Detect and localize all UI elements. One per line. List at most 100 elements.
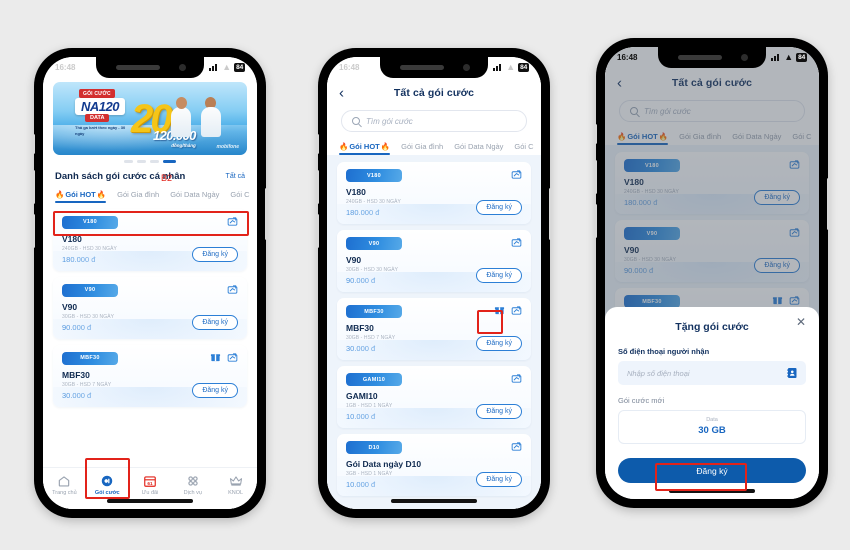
share-icon[interactable] [227, 352, 238, 363]
register-button[interactable]: Đăng ký [476, 404, 522, 419]
contact-book-icon[interactable] [786, 367, 798, 379]
back-button[interactable]: ‹ [339, 86, 344, 101]
carousel-dots[interactable] [43, 155, 257, 166]
status-time: 16:48 [617, 53, 638, 62]
plan-chip: V90 [346, 237, 402, 250]
register-button[interactable]: Đăng ký [476, 472, 522, 487]
register-button[interactable]: Đăng ký [476, 336, 522, 351]
power-button[interactable] [549, 188, 552, 240]
plan-name: GAMI10 [346, 391, 378, 401]
mute-switch[interactable] [32, 134, 35, 154]
plan-name: V90 [346, 255, 362, 265]
plan-card[interactable]: MBF30 MBF30 30GB - HSD 7 NGÀY 30.000 đ Đ… [53, 344, 247, 407]
register-button[interactable]: Đăng ký [476, 200, 522, 215]
share-icon[interactable] [227, 216, 238, 227]
modal-submit-button[interactable]: Đăng ký [618, 458, 806, 483]
share-icon[interactable] [511, 373, 522, 384]
notch [96, 57, 204, 78]
mute-switch[interactable] [594, 124, 597, 144]
plan-card[interactable]: V90 V90 30GB - HSD 30 NGÀY 90.000 đ Đăng… [53, 276, 247, 339]
search-icon [352, 117, 360, 125]
nav-label: Ưu đãi [141, 490, 159, 496]
plan-list-1[interactable]: V180 V180 240GB - HSD 30 NGÀY 180.000 đ … [43, 202, 257, 467]
nav-item-knol[interactable]: KNOL [214, 473, 257, 496]
volume-down-button[interactable] [32, 214, 35, 248]
recipient-phone-field[interactable]: Nhập số điện thoại [618, 361, 806, 385]
see-all-link[interactable]: Tất cả [226, 173, 245, 180]
tab-goi-data-ngay[interactable]: Gói Data Ngày [454, 142, 503, 155]
banner-person-2 [205, 97, 216, 109]
modal-header: Tặng gói cước ✕ [618, 316, 806, 335]
tab-goi-c[interactable]: Gói C [514, 142, 533, 155]
register-button[interactable]: Đăng ký [192, 382, 238, 398]
plan-card[interactable]: V90 V90 30GB - HSD 30 NGÀY 90.000 đ Đăng… [337, 230, 531, 292]
phone-1: 16:48 ▲ 84 GÓI CƯỚC NA120 DATA Thả ga lư… [32, 48, 268, 518]
banner-carousel[interactable]: GÓI CƯỚC NA120 DATA Thả ga lướt theo ngà… [43, 78, 257, 155]
plan-name: MBF30 [346, 323, 374, 333]
share-icon[interactable] [511, 305, 522, 316]
plan-card[interactable]: D10 Gói Data ngày D10 3GB - HSD 1 NGÀY 1… [337, 434, 531, 496]
volume-up-button[interactable] [316, 170, 319, 204]
category-tabs-1[interactable]: 🔥 Gói HOT 🔥 Gói Gia đình Gói Data Ngày G… [43, 187, 257, 203]
carousel-dot[interactable] [124, 160, 133, 163]
nav-item-goi-cuoc[interactable]: Gói cước [86, 473, 129, 496]
close-icon[interactable]: ✕ [796, 316, 806, 328]
share-icon[interactable] [227, 284, 238, 295]
share-icon[interactable] [511, 441, 522, 452]
register-button[interactable]: Đăng ký [476, 268, 522, 283]
banner-people-photo [169, 93, 223, 137]
plan-chip: GAMI10 [346, 373, 402, 386]
battery-icon: 84 [518, 63, 529, 72]
gift-icon[interactable] [494, 305, 505, 316]
power-button[interactable] [827, 178, 830, 230]
plan-card[interactable]: GAMI10 GAMI10 1GB - HSD 1 NGÀY 10.000 đ … [337, 366, 531, 428]
phone-2: 16:48 ▲ 84 ‹ Tất cả gói cước Tìm gói cướ… [316, 48, 552, 518]
earpiece-speaker [400, 65, 444, 70]
plan-card[interactable]: V180 V180 240GB - HSD 30 NGÀY 180.000 đ … [53, 208, 247, 271]
nav-item-trang-chu[interactable]: Trang chủ [43, 473, 86, 496]
share-icon[interactable] [511, 169, 522, 180]
register-button[interactable]: Đăng ký [192, 314, 238, 330]
phone-2-screen: 16:48 ▲ 84 ‹ Tất cả gói cước Tìm gói cướ… [327, 57, 541, 509]
fire-icon: 🔥 [380, 142, 391, 151]
share-icon[interactable] [511, 237, 522, 248]
plan-list-2[interactable]: V180 V180 240GB - HSD 30 NGÀY 180.000 đ … [327, 155, 541, 509]
carousel-dot-active[interactable] [163, 160, 176, 163]
tab-goi-c[interactable]: Gói C [230, 190, 249, 203]
tab-goi-data-ngay[interactable]: Gói Data Ngày [170, 190, 219, 203]
mute-switch[interactable] [316, 134, 319, 154]
carousel-dot[interactable] [137, 160, 146, 163]
earpiece-speaker [678, 55, 722, 60]
tab-goi-hot[interactable]: 🔥 Gói HOT 🔥 [55, 190, 107, 203]
plan-chip: MBF30 [62, 351, 118, 365]
front-camera [179, 64, 186, 71]
tab-goi-hot[interactable]: 🔥 Gói HOT 🔥 [339, 142, 391, 155]
grid-icon [186, 473, 200, 488]
home-icon [57, 473, 71, 488]
front-camera [741, 54, 748, 61]
promo-banner[interactable]: GÓI CƯỚC NA120 DATA Thả ga lướt theo ngà… [53, 82, 247, 155]
tab-goi-gia-dinh[interactable]: Gói Gia đình [117, 190, 159, 203]
volume-down-button[interactable] [594, 204, 597, 238]
plan-card[interactable]: MBF30 MBF30 30GB - HSD 7 NGÀY 30.000 đ Đ… [337, 298, 531, 360]
search-input[interactable]: Tìm gói cước [341, 110, 527, 132]
gift-icon[interactable] [210, 352, 221, 363]
plan-card[interactable]: V180 V180 240GB - HSD 30 NGÀY 180.000 đ … [337, 162, 531, 224]
notch [658, 47, 766, 68]
front-camera [463, 64, 470, 71]
nav-item-uu-dai[interactable]: 61 Ưu đãi [129, 473, 172, 496]
power-button[interactable] [265, 188, 268, 240]
recipient-phone-placeholder: Nhập số điện thoại [627, 368, 690, 378]
register-button[interactable]: Đăng ký [192, 246, 238, 262]
category-tabs-2[interactable]: 🔥 Gói HOT 🔥 Gói Gia đình Gói Data Ngày G… [327, 139, 541, 155]
plan-card-icons [511, 373, 522, 384]
carousel-dot[interactable] [150, 160, 159, 163]
cellular-signal-icon [209, 64, 220, 71]
volume-up-button[interactable] [594, 160, 597, 194]
volume-down-button[interactable] [316, 214, 319, 248]
earpiece-speaker [116, 65, 160, 70]
volume-up-button[interactable] [32, 170, 35, 204]
tab-goi-gia-dinh[interactable]: Gói Gia đình [401, 142, 443, 155]
nav-item-dich-vu[interactable]: Dịch vụ [171, 473, 214, 496]
tab-label: Gói HOT [349, 142, 380, 151]
